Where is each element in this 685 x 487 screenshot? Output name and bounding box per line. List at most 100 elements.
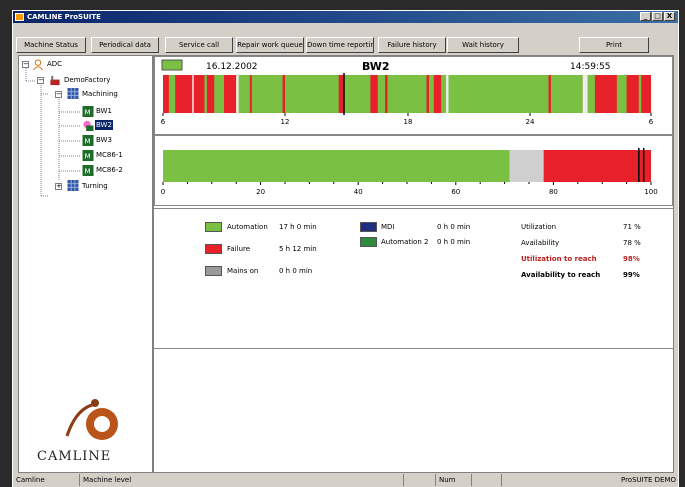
collapse-toggle[interactable]: − bbox=[22, 61, 29, 68]
app-window: CAMLINE ProSUITE _ □ X Machine Status Pe… bbox=[12, 10, 679, 487]
timeline-failure-segment bbox=[249, 75, 252, 113]
wait-history-button[interactable]: Wait history bbox=[447, 37, 519, 53]
status-charts: 16.12.2002 BW2 14:59:556 12 18 24 60 20 40 60 80 10… bbox=[154, 56, 673, 206]
group-person-icon bbox=[33, 59, 43, 70]
service-call-button[interactable]: Service call bbox=[165, 37, 233, 53]
timeline-failure-segment bbox=[370, 75, 378, 113]
close-button[interactable]: X bbox=[664, 12, 675, 21]
bar-automation-segment bbox=[163, 150, 510, 182]
tree-machine-mc86-1[interactable]: MC86-1 bbox=[96, 150, 123, 160]
status-cell-empty bbox=[403, 474, 435, 486]
automation-swatch bbox=[205, 222, 222, 232]
window-title: CAMLINE ProSUITE bbox=[27, 13, 101, 21]
utilization-target-value: 98% bbox=[623, 255, 640, 263]
mdi-value: 0 h 0 min bbox=[437, 223, 471, 231]
timeline-tick-label: 6 bbox=[161, 118, 166, 126]
timeline-failure-segment bbox=[338, 75, 344, 113]
minimize-button[interactable]: _ bbox=[640, 12, 651, 21]
factory-icon bbox=[50, 75, 60, 86]
automation-value: 17 h 0 min bbox=[279, 223, 317, 231]
status-num: Num bbox=[435, 474, 471, 486]
bar-tick-label: 100 bbox=[644, 188, 657, 196]
svg-text:M: M bbox=[84, 136, 90, 145]
timeline-tick-label: 24 bbox=[526, 118, 535, 126]
status-bar: Camline Machine level Num ProSUITE DEMO bbox=[13, 474, 678, 487]
utilization-label: Utilization bbox=[521, 223, 557, 231]
automation2-swatch bbox=[360, 237, 377, 247]
svg-text:M: M bbox=[84, 107, 90, 116]
timeline-machine: BW2 bbox=[362, 60, 390, 73]
availability-value: 78 % bbox=[623, 239, 641, 247]
timeline-failure-segment bbox=[594, 75, 617, 113]
timeline-failure-segment bbox=[224, 75, 237, 113]
tree-factory-label[interactable]: DemoFactory bbox=[64, 75, 110, 85]
timeline-tick-label: 6 bbox=[649, 118, 654, 126]
bar-tick-label: 80 bbox=[549, 188, 558, 196]
timeline-idle-segment bbox=[582, 75, 588, 113]
timeline-tick-label: 18 bbox=[404, 118, 413, 126]
bar-tick-label: 0 bbox=[161, 188, 165, 196]
machine-tree: − ADC − DemoFactory − Machining M BW1 BW… bbox=[18, 55, 153, 473]
failure-label: Failure bbox=[227, 245, 251, 253]
timeline-failure-segment bbox=[548, 75, 551, 113]
timeline-idle-segment bbox=[236, 75, 239, 113]
failure-swatch bbox=[205, 244, 222, 254]
machine-alert-icon bbox=[83, 120, 94, 131]
status-level: Machine level bbox=[79, 474, 403, 486]
availability-target-value: 99% bbox=[623, 271, 640, 279]
machine-status-panel: 16.12.2002 BW2 14:59:55 6 12 18 24 6 0 20 40 60 80 10… bbox=[153, 55, 674, 473]
automation2-value: 0 h 0 min bbox=[437, 238, 471, 246]
tree-group2-label[interactable]: Turning bbox=[82, 181, 108, 191]
down-time-reporting-button[interactable]: Down time reporting bbox=[306, 37, 374, 53]
collapse-toggle[interactable]: − bbox=[55, 91, 62, 98]
camline-logo-icon bbox=[65, 399, 118, 440]
bar-mains-segment bbox=[509, 150, 544, 182]
tree-machine-bw3[interactable]: BW3 bbox=[96, 135, 112, 145]
tree-root-label[interactable]: ADC bbox=[47, 59, 62, 69]
toolbar: Machine Status Periodical data Service c… bbox=[13, 23, 678, 55]
mdi-label: MDI bbox=[381, 223, 395, 231]
failure-history-button[interactable]: Failure history bbox=[378, 37, 446, 53]
automation-label: Automation bbox=[227, 223, 268, 231]
collapse-toggle[interactable]: − bbox=[37, 77, 44, 84]
status-product: ProSUITE DEMO bbox=[501, 474, 678, 486]
availability-target-label: Availability to reach bbox=[521, 271, 601, 279]
mains-on-label: Mains on bbox=[227, 267, 259, 275]
svg-text:M: M bbox=[84, 166, 90, 175]
utilization-target-label: Utilization to reach bbox=[521, 255, 597, 263]
machine-icon: M bbox=[82, 135, 94, 146]
bar-failure-segment bbox=[543, 150, 651, 182]
failure-value: 5 h 12 min bbox=[279, 245, 317, 253]
timeline-failure-segment bbox=[163, 75, 169, 113]
mains-on-value: 0 h 0 min bbox=[279, 267, 313, 275]
expand-toggle[interactable]: + bbox=[55, 183, 62, 190]
tree-machine-mc86-2[interactable]: MC86-2 bbox=[96, 165, 123, 175]
repair-work-queue-button[interactable]: Repair work queue bbox=[236, 37, 304, 53]
tree-machine-bw2-selected[interactable]: BW2 bbox=[95, 120, 113, 130]
timeline-failure-segment bbox=[433, 75, 442, 113]
utilization-value: 71 % bbox=[623, 223, 641, 231]
timeline-failure-segment bbox=[426, 75, 429, 113]
timeline-failure-segment bbox=[626, 75, 639, 113]
machine-icon: M bbox=[82, 106, 94, 117]
timeline-failure-segment bbox=[206, 75, 215, 113]
svg-text:M: M bbox=[84, 151, 90, 160]
machine-group-icon bbox=[67, 88, 79, 99]
tree-machine-bw1[interactable]: BW1 bbox=[96, 106, 112, 116]
maximize-button[interactable]: □ bbox=[652, 12, 663, 21]
timeline-failure-segment bbox=[282, 75, 285, 113]
app-icon bbox=[15, 13, 24, 21]
machine-status-button[interactable]: Machine Status bbox=[16, 37, 86, 53]
status-cell-empty bbox=[471, 474, 501, 486]
machine-group-icon bbox=[67, 180, 79, 191]
periodical-data-button[interactable]: Periodical data bbox=[91, 37, 159, 53]
status-company: Camline bbox=[16, 476, 45, 484]
tree-group-label[interactable]: Machining bbox=[82, 89, 118, 99]
bar-tick-label: 60 bbox=[451, 188, 460, 196]
bar-tick-label: 20 bbox=[256, 188, 265, 196]
timeline-time: 14:59:55 bbox=[570, 62, 610, 72]
machine-icon: M bbox=[82, 165, 94, 176]
title-bar: CAMLINE ProSUITE _ □ X bbox=[13, 11, 678, 23]
timeline-tick-label: 12 bbox=[281, 118, 290, 126]
print-button[interactable]: Print bbox=[579, 37, 649, 53]
